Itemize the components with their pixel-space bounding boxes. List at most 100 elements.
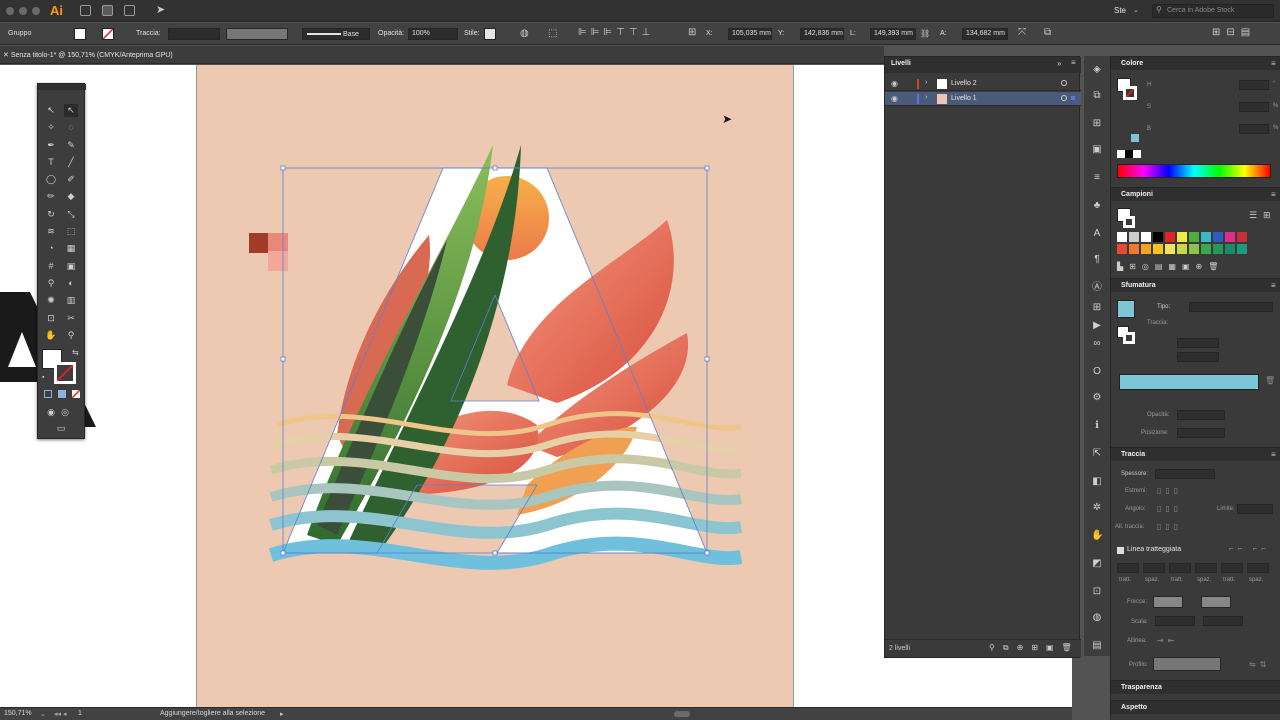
expand-layer-icon[interactable]: › [925,94,927,101]
thumbnail-view-icon[interactable]: ⊞ [1263,210,1271,221]
align-to-icon[interactable]: ⬚ [548,28,557,39]
swatch-light-green[interactable] [1189,244,1199,254]
puppet-icon[interactable]: ✋ [1091,530,1103,542]
swatch-crimson[interactable] [1237,232,1247,242]
visibility-eye-icon[interactable]: ◉ [891,79,898,88]
brush-definition-field[interactable]: Base [302,28,370,40]
stop-position-field[interactable] [1177,428,1225,438]
panel-menu-icon[interactable]: ≡ [1271,59,1276,68]
stroke-color-box[interactable] [1123,332,1135,344]
swatch-cyan[interactable] [1201,232,1211,242]
white-swatch[interactable] [1133,150,1141,158]
opentype-icon[interactable]: ⊞ [1091,302,1103,314]
horizontal-scrollbar[interactable] [674,711,690,717]
isolate-group-icon[interactable]: ⧉ [1044,27,1051,38]
gradient-type-select[interactable] [1189,302,1273,312]
document-icon[interactable] [80,5,91,16]
paper-plane-icon[interactable]: ➤ [156,3,165,16]
variables-icon[interactable]: ⊡ [1091,586,1103,598]
selection-tool-icon[interactable]: ↖ [44,104,58,117]
layer-row-1[interactable]: ◉ › Livello 2 [885,77,1081,91]
artboards-icon[interactable]: ⧉ [1091,90,1103,102]
opentype-o-icon[interactable]: O [1091,366,1103,378]
hand-tool-icon[interactable]: ✋ [44,329,58,342]
none-mode-icon[interactable] [71,389,81,399]
align-icon[interactable]: ≡ [1091,172,1103,184]
transform-icon[interactable]: ⊞ [1091,118,1103,130]
image-trace-icon[interactable]: ◩ [1091,558,1103,570]
flip-profile-buttons[interactable]: ⇋⇅ [1249,660,1270,669]
mesh-tool-icon[interactable]: # [44,260,58,273]
gradient-tool-icon[interactable]: ▣ [64,260,78,273]
panel-menu-icon[interactable]: ≡ [1271,281,1276,290]
swatch-blue[interactable] [1213,232,1223,242]
lasso-tool-icon[interactable]: ◌ [64,121,78,134]
dash-field-1[interactable] [1117,563,1139,573]
default-fill-stroke-icon[interactable]: ▪ [42,374,44,381]
arrow-start-scale-field[interactable] [1155,616,1195,626]
panel-menu-icon[interactable]: ≡ [1271,450,1276,459]
layer-target-icon[interactable] [1061,95,1067,101]
swatch-lime[interactable] [1177,244,1187,254]
color-spectrum-bar[interactable] [1117,164,1271,178]
stroke-color-box[interactable] [1123,216,1135,228]
start-arrowhead-select[interactable] [1153,596,1183,608]
stroke-weight-field[interactable] [168,28,220,40]
stroke-weight-field[interactable] [1155,469,1215,479]
workspace-switcher[interactable]: Ste [1114,6,1126,15]
stop-opacity-field[interactable] [1177,410,1225,420]
gradient-preview-swatch[interactable] [1117,300,1135,318]
stroke-swatch[interactable] [102,28,114,40]
list-view-icon[interactable]: ☰ [1249,210,1257,221]
swatch-dark-green[interactable] [1213,244,1223,254]
colore-panel-header[interactable]: Colore ≡ [1111,56,1280,70]
character-icon[interactable]: A [1091,228,1103,240]
zoom-tool-icon[interactable]: ⚲ [64,329,78,342]
rotate-tool-icon[interactable]: ↻ [44,208,58,221]
swatch-teal[interactable] [1225,244,1235,254]
arrow-align-buttons[interactable]: ⇥⇤ [1157,636,1178,645]
screen-mode-icon[interactable]: ▭ [54,422,68,435]
swatch-light-orange[interactable] [1141,244,1151,254]
zoom-dropdown-icon[interactable]: ⌄ [40,710,46,718]
swatch-white[interactable] [1141,232,1151,242]
link-proportions-icon[interactable]: ⛓ [920,29,930,38]
eraser-tool-icon[interactable]: ◆ [64,190,78,203]
hue-field[interactable] [1239,80,1269,90]
brightness-field[interactable] [1239,124,1269,134]
magic-wand-tool-icon[interactable]: ✧ [44,121,58,134]
gap-field-1[interactable] [1143,563,1165,573]
artboard[interactable] [196,65,794,707]
align-buttons[interactable]: ⊫⊫⊫⊤⊤⊥ [578,27,654,38]
gradient-aspect-field[interactable] [1177,352,1219,362]
scale-tool-icon[interactable]: ⤡ [64,208,78,221]
delete-stop-icon[interactable]: 🗑 [1265,376,1275,385]
height-field[interactable]: 134,682 mm [962,28,1008,40]
pen-tool-icon[interactable]: ✒ [44,139,58,152]
recolor-artwork-icon[interactable]: ◍ [520,28,529,39]
tools-panel-grip[interactable] [38,84,86,90]
width-profile-select[interactable] [1153,657,1221,671]
paintbrush-tool-icon[interactable]: ✐ [64,173,78,186]
dash-field-3[interactable] [1221,563,1243,573]
swatch-red[interactable] [1165,232,1175,242]
arrow-end-scale-field[interactable] [1203,616,1243,626]
dash-field-2[interactable] [1169,563,1191,573]
close-window-button[interactable] [6,7,14,15]
x-position-field[interactable]: 105,035 mm [728,28,772,40]
artwork-illustration[interactable] [197,65,795,707]
align-stroke-buttons[interactable]: ▯▯▯ [1157,522,1182,531]
none-swatch[interactable] [1117,150,1125,158]
document-tab[interactable]: ✕ Senza titolo-1* @ 150,71% (CMYK/Antepr… [3,51,173,59]
black-swatch[interactable] [1125,150,1133,158]
artboard-nav-buttons[interactable]: ◂◂ ◂ [54,710,67,718]
status-menu-icon[interactable]: ▸ [280,710,284,718]
chevron-down-icon[interactable]: ⌄ [1133,6,1139,14]
settings-gear-icon[interactable]: ⚙ [1091,392,1103,404]
symbols-icon[interactable]: ♣ [1091,200,1103,212]
glyphs-icon[interactable]: Ⓐ [1091,282,1103,294]
zoom-level-field[interactable]: 150,71% [4,710,32,717]
corner-buttons[interactable]: ▯▯▯ [1157,504,1182,513]
aspetto-panel-header[interactable]: Aspetto [1111,700,1280,714]
libraries-icon[interactable]: ▤ [1091,640,1103,652]
